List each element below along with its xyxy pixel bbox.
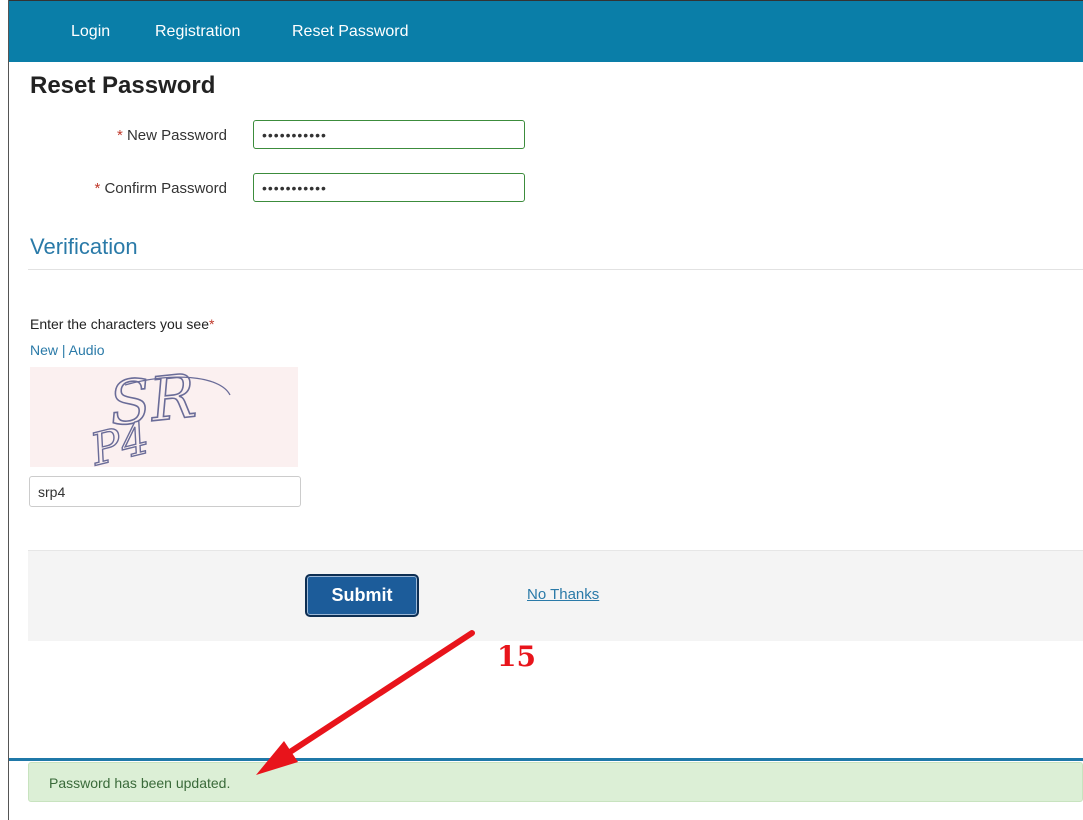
captcha-link-separator: | [61,342,66,358]
captcha-text-line-2: P4 [85,413,154,467]
submit-button[interactable]: Submit [305,574,419,617]
verification-heading: Verification [30,234,138,259]
window-left-border [8,0,9,820]
top-navbar: Login Registration Reset Password [9,1,1083,62]
required-marker: * [94,180,101,197]
confirm-password-label-text: Confirm Password [104,180,227,197]
nav-reset-password-link[interactable]: Reset Password [292,23,409,41]
no-thanks-link[interactable]: No Thanks [527,586,599,603]
page-frame: Login Registration Reset Password Reset … [0,0,1083,820]
captcha-image: SR P4 [30,361,298,477]
captcha-new-link[interactable]: New [30,342,58,358]
confirm-password-label: * Confirm Password [27,180,227,197]
page-title: Reset Password [30,72,216,99]
section-divider [28,269,1083,270]
captcha-prompt: Enter the characters you see* [30,316,214,332]
footer-top-rule [9,758,1083,761]
captcha-input[interactable] [29,476,301,507]
success-alert: Password has been updated. [28,762,1083,802]
captcha-prompt-text: Enter the characters you see [30,316,209,332]
new-password-label-text: New Password [126,127,227,144]
annotation-step-number: 15 [497,640,536,673]
annotation-arrow-shaft [287,630,475,755]
nav-registration-link[interactable]: Registration [155,23,240,41]
success-alert-message: Password has been updated. [49,775,231,791]
confirm-password-input[interactable] [253,173,525,202]
required-marker: * [209,316,215,332]
captcha-glyphs: SR P4 [84,361,231,477]
captcha-links: New | Audio [30,342,104,358]
nav-login-link[interactable]: Login [71,23,110,41]
new-password-input[interactable] [253,120,525,149]
captcha-audio-link[interactable]: Audio [69,342,105,358]
new-password-label: * New Password [27,127,227,144]
required-marker: * [116,127,123,144]
